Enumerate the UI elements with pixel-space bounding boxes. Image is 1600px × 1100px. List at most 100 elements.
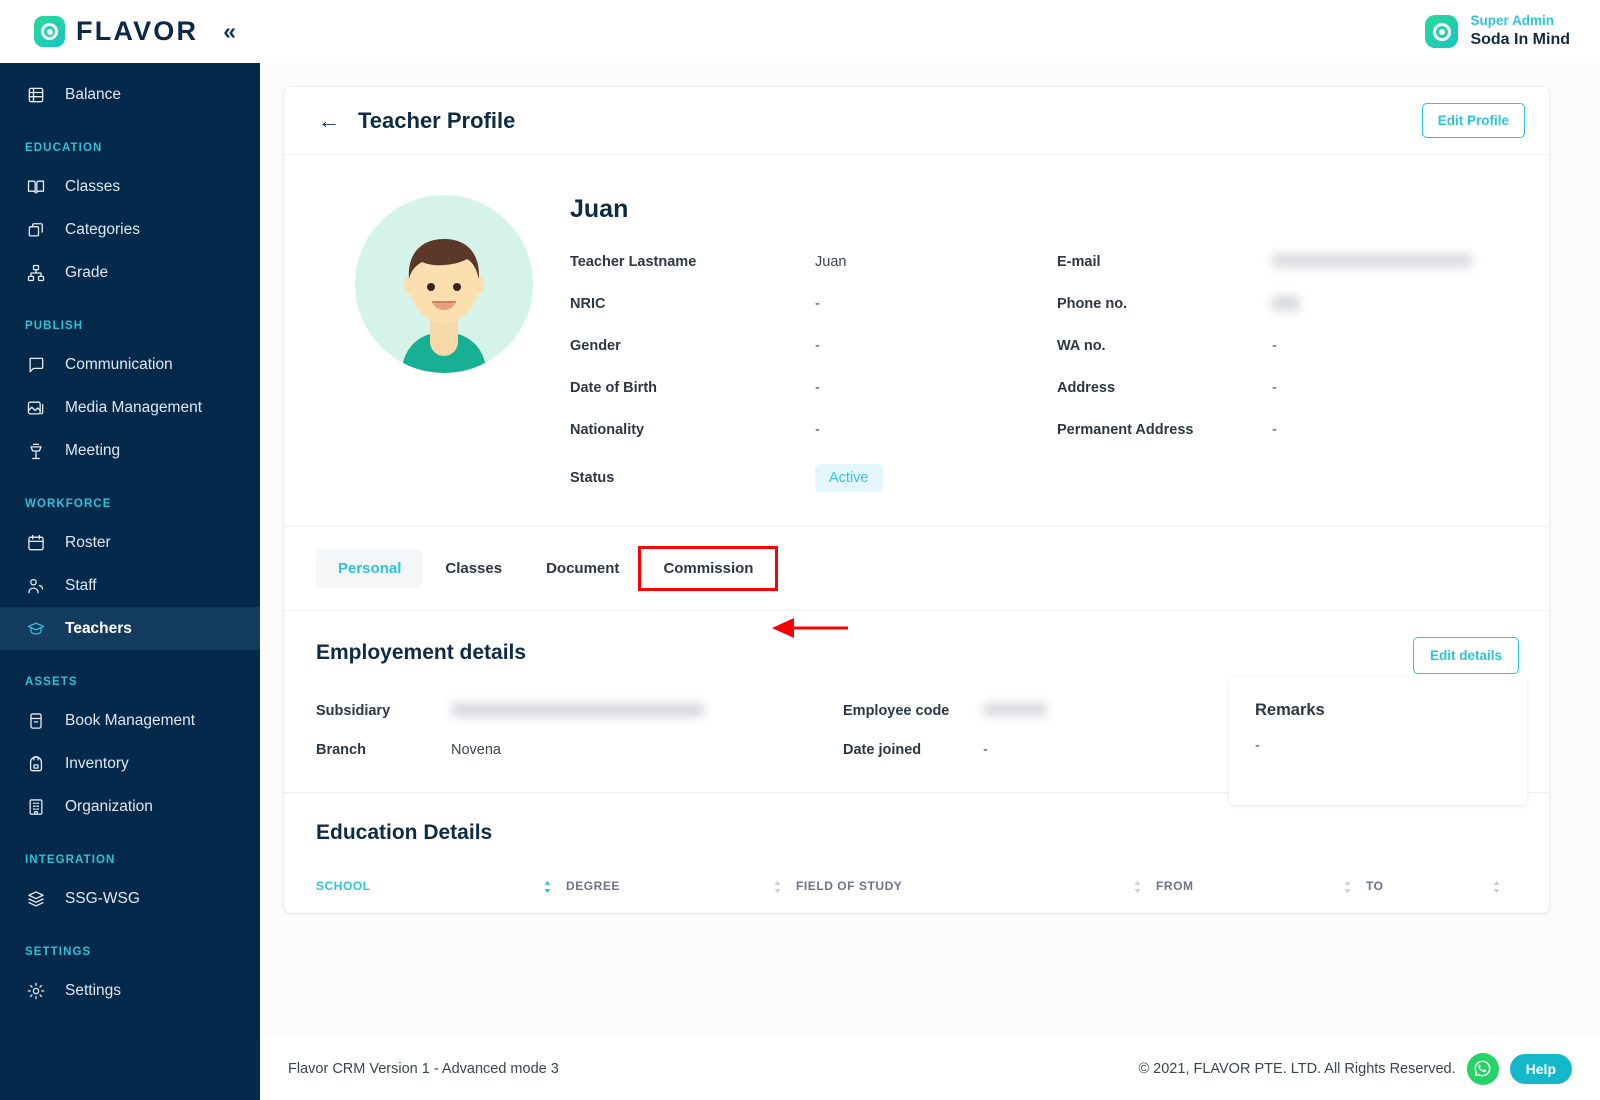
sidebar-item-media-management[interactable]: Media Management <box>0 386 260 429</box>
field-label: Teacher Lastname <box>570 254 697 270</box>
account-area[interactable]: Super Admin Soda In Mind <box>1425 13 1600 50</box>
edit-profile-button[interactable]: Edit Profile <box>1421 103 1525 138</box>
sidebar-item-ssg-wsg[interactable]: SSG-WSG <box>0 877 260 920</box>
education-details-section: Education Details SCHOOL DEGREE FIELD OF… <box>284 792 1549 913</box>
subsidiary-redacted <box>451 703 704 717</box>
sidebar-item-communication[interactable]: Communication <box>0 343 260 386</box>
column-field-of-study[interactable]: FIELD OF STUDY <box>796 879 1156 903</box>
table-header-row: SCHOOL DEGREE FIELD OF STUDY FROM TO <box>316 879 1515 903</box>
sidebar-label: Staff <box>65 576 97 594</box>
sort-icon[interactable] <box>543 880 552 894</box>
sidebar-label: Book Management <box>65 711 196 729</box>
users-icon <box>25 575 46 596</box>
sidebar-item-meeting[interactable]: Meeting <box>0 429 260 472</box>
sidebar-label: Communication <box>65 355 173 373</box>
column-school[interactable]: SCHOOL <box>316 879 566 903</box>
field-label: Gender <box>570 338 621 354</box>
field-label: E-mail <box>1057 254 1101 270</box>
card-header: ← Teacher Profile Edit Profile <box>284 87 1549 155</box>
field-value: - <box>815 296 820 312</box>
sort-icon[interactable] <box>1492 880 1501 894</box>
sort-icon[interactable] <box>1343 880 1352 894</box>
sidebar-item-organization[interactable]: Organization <box>0 785 260 828</box>
phone-redacted <box>1272 296 1300 311</box>
profile-fields: Juan Teacher Lastname Juan E-mail NRIC -… <box>570 191 1515 492</box>
field-label: Date joined <box>843 742 922 758</box>
employee-code-redacted <box>983 703 1047 716</box>
sort-icon[interactable] <box>1133 880 1142 894</box>
status-badge: Active <box>815 464 883 492</box>
sidebar-label: Inventory <box>65 754 129 772</box>
education-title: Education Details <box>316 821 493 844</box>
column-label: FROM <box>1156 879 1194 893</box>
sidebar-section-settings: SETTINGS <box>25 946 92 958</box>
tab-personal[interactable]: Personal <box>316 549 424 588</box>
whatsapp-icon[interactable] <box>1466 1052 1499 1085</box>
help-button[interactable]: Help <box>1509 1053 1572 1084</box>
sidebar-label: Grade <box>65 263 109 281</box>
book-open-icon <box>25 176 46 197</box>
sidebar-item-classes[interactable]: Classes <box>0 165 260 208</box>
field-value: - <box>815 338 820 354</box>
brand-logo[interactable]: FLAVOR « <box>0 16 236 47</box>
column-degree[interactable]: DEGREE <box>566 879 796 903</box>
remarks-title: Remarks <box>1255 701 1325 719</box>
field-value: Novena <box>451 742 501 758</box>
annotation-arrow-icon <box>772 618 848 638</box>
field-value-redacted <box>1272 254 1515 270</box>
calendar-icon <box>25 532 46 553</box>
sidebar-label: SSG-WSG <box>65 889 140 907</box>
field-label: Date of Birth <box>570 380 657 396</box>
brand-name: FLAVOR <box>76 16 199 46</box>
arrow-left-icon[interactable]: ← <box>318 109 340 132</box>
sidebar-section-integration: INTEGRATION <box>25 854 116 866</box>
field-value-redacted <box>451 703 843 719</box>
field-value: - <box>983 742 988 758</box>
sidebar-label: Categories <box>65 220 140 238</box>
sidebar-item-book-management[interactable]: Book Management <box>0 699 260 742</box>
sidebar-item-teachers[interactable]: Teachers <box>0 607 260 650</box>
field-label: Phone no. <box>1057 296 1128 312</box>
field-value: - <box>1272 380 1277 396</box>
sidebar-label: Meeting <box>65 441 121 459</box>
chevrons-left-icon[interactable]: « <box>223 20 236 43</box>
partial-icon <box>25 63 46 73</box>
tab-document[interactable]: Document <box>524 549 641 588</box>
sidebar-item-inventory[interactable]: Inventory <box>0 742 260 785</box>
employment-details-section: Employement details Edit details Subsidi… <box>284 610 1549 805</box>
account-logo-icon <box>1425 15 1459 48</box>
sidebar-item-grade[interactable]: Grade <box>0 251 260 294</box>
column-label: DEGREE <box>566 879 620 893</box>
employment-grid: Subsidiary Employee code Branch Novena D… <box>316 703 1216 758</box>
tab-classes[interactable]: Classes <box>423 549 524 588</box>
column-to[interactable]: TO <box>1366 879 1515 903</box>
column-from[interactable]: FROM <box>1156 879 1366 903</box>
sidebar-item-staff[interactable]: Staff <box>0 564 260 607</box>
sidebar-item-settings[interactable]: Settings <box>0 969 260 1012</box>
sidebar-item-categories[interactable]: Categories <box>0 208 260 251</box>
sidebar-item-balance[interactable]: Balance <box>0 73 260 116</box>
field-value-redacted <box>1272 296 1515 312</box>
sort-icon[interactable] <box>773 880 782 894</box>
remarks-value: - <box>1255 738 1260 754</box>
page-title: Teacher Profile <box>358 107 516 133</box>
grade-icon <box>25 262 46 283</box>
field-label: Employee code <box>843 703 950 719</box>
sidebar-label: Teachers <box>65 619 132 637</box>
graduation-cap-icon <box>25 618 46 639</box>
avatar-wrapper <box>318 191 570 492</box>
sidebar-section-education: EDUCATION <box>25 142 103 154</box>
field-label: Permanent Address <box>1057 422 1194 438</box>
sidebar-section-assets: ASSETS <box>25 676 78 688</box>
column-label: FIELD OF STUDY <box>796 879 903 893</box>
profile-field-grid: Teacher Lastname Juan E-mail NRIC - Phon… <box>570 254 1515 492</box>
sidebar-item-partial-above[interactable] <box>0 63 260 73</box>
avatar <box>355 195 533 373</box>
field-label: WA no. <box>1057 338 1106 354</box>
user-avatar-illustration <box>355 195 533 373</box>
employment-title: Employement details <box>316 641 527 664</box>
flavor-logo-icon <box>34 16 65 47</box>
tab-commission[interactable]: Commission <box>638 546 779 591</box>
sidebar-item-roster[interactable]: Roster <box>0 521 260 564</box>
edit-details-button[interactable]: Edit details <box>1412 637 1519 674</box>
